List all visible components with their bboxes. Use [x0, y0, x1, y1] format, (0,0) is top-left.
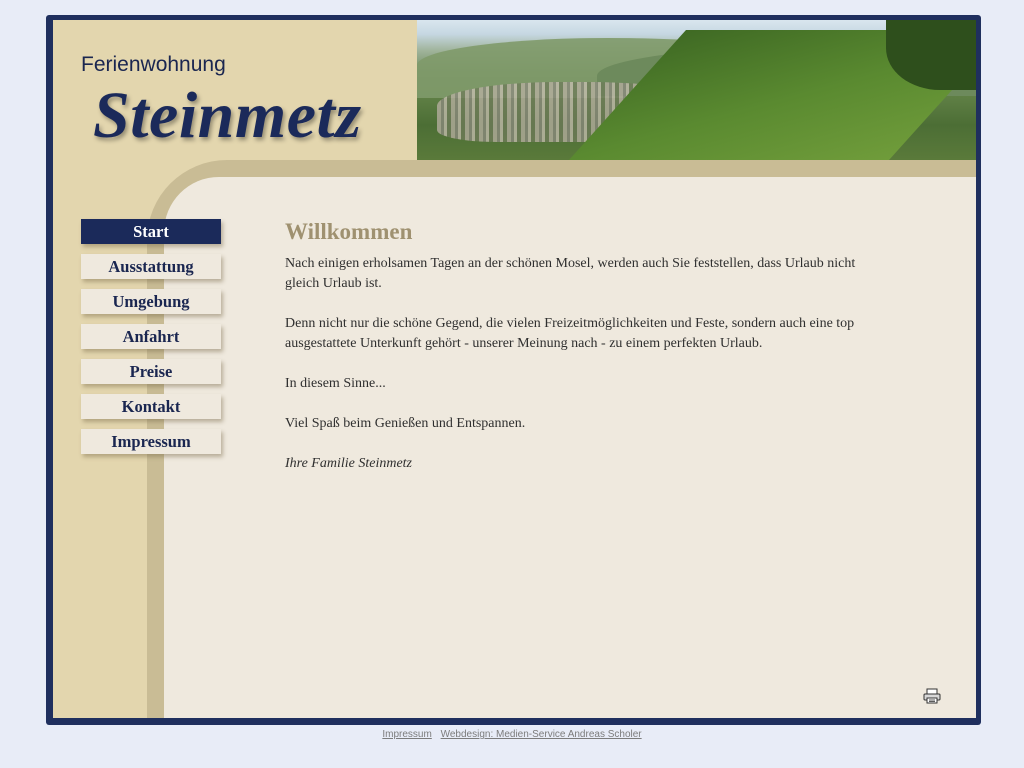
- welcome-paragraph-4: Viel Spaß beim Genießen und Entspannen.: [285, 416, 526, 431]
- welcome-paragraph-2: Denn nicht nur die schöne Gegend, die vi…: [285, 316, 855, 351]
- nav-item-kontakt[interactable]: Kontakt: [81, 394, 221, 419]
- nav-item-impressum[interactable]: Impressum: [81, 429, 221, 454]
- welcome-paragraph-1: Nach einigen erholsamen Tagen an der sch…: [285, 256, 856, 291]
- page-container: Ferienwohnung Steinmetz Start Ausstattun…: [53, 20, 976, 718]
- site-title-logo[interactable]: Steinmetz: [93, 78, 362, 154]
- nav-item-start[interactable]: Start: [81, 219, 221, 244]
- nav-item-ausstattung[interactable]: Ausstattung: [81, 254, 221, 279]
- welcome-paragraph-3: In diesem Sinne...: [285, 376, 386, 391]
- nav-item-umgebung[interactable]: Umgebung: [81, 289, 221, 314]
- printer-icon[interactable]: [923, 688, 941, 704]
- nav-item-preise[interactable]: Preise: [81, 359, 221, 384]
- header-panorama-image: [417, 20, 976, 160]
- nav-item-anfahrt[interactable]: Anfahrt: [81, 324, 221, 349]
- footer-link-impressum[interactable]: Impressum: [382, 729, 431, 740]
- footer-link-webdesign[interactable]: Webdesign: Medien-Service Andreas Schole…: [441, 729, 642, 740]
- site-subtitle: Ferienwohnung: [81, 53, 226, 76]
- signature: Ihre Familie Steinmetz: [285, 456, 413, 471]
- footer: Impressum Webdesign: Medien-Service Andr…: [0, 729, 1024, 740]
- page-heading: Willkommen: [285, 219, 413, 244]
